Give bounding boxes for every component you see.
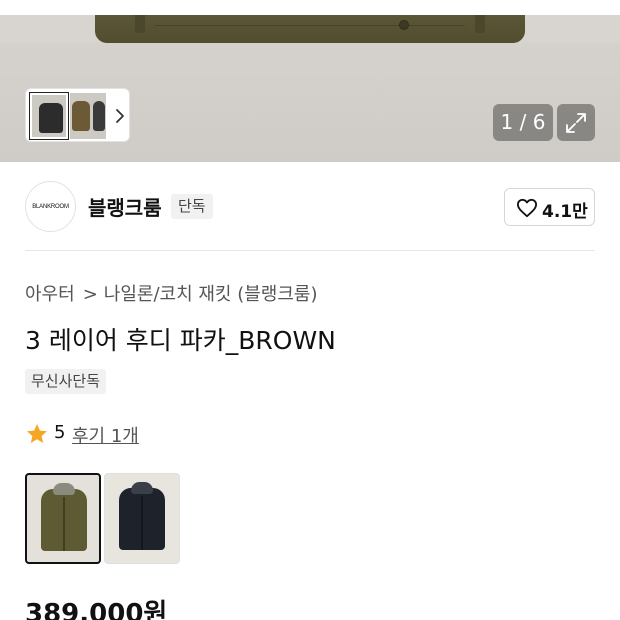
product-price: 389,000원	[25, 599, 168, 620]
star-icon	[27, 424, 47, 443]
chevron-right-icon[interactable]	[112, 104, 128, 128]
breadcrumb: 아우터 > 나일론/코치 재킷 (블랭크룸)	[25, 280, 318, 306]
expand-button[interactable]	[557, 104, 595, 141]
top-background	[0, 0, 620, 15]
breadcrumb-separator: >	[82, 284, 98, 305]
product-photo-jacket	[95, 15, 525, 43]
image-counter: 1 / 6	[493, 104, 553, 141]
breadcrumb-subcategory[interactable]: 나일론/코치 재킷 (블랭크룸)	[104, 284, 318, 305]
expand-icon	[566, 113, 586, 133]
brand-row: BLANKROOM 블랭크룸 단독 4.1만	[25, 181, 595, 233]
review-link[interactable]: 후기 1개	[72, 422, 139, 448]
musinsa-exclusive-badge: 무신사단독	[25, 369, 107, 394]
rating-score: 5	[54, 422, 66, 443]
jacket-image	[41, 483, 87, 551]
exclusive-badge: 단독	[171, 194, 213, 219]
divider	[25, 250, 595, 251]
brand-logo[interactable]: BLANKROOM	[25, 181, 76, 232]
thumbnail-image[interactable]	[29, 92, 69, 140]
brand-name[interactable]: 블랭크룸	[88, 192, 162, 221]
like-button[interactable]: 4.1만	[504, 188, 595, 226]
product-image-carousel[interactable]: 1 / 6	[0, 0, 620, 162]
thumbnail-strip[interactable]	[25, 88, 130, 142]
thumbnail-image[interactable]	[92, 93, 106, 139]
brand-logo-text: BLANKROOM	[32, 203, 69, 210]
thumbnail-image[interactable]	[70, 93, 92, 139]
jacket-image	[119, 482, 165, 550]
color-option-black[interactable]	[104, 473, 180, 564]
heart-icon	[517, 198, 537, 218]
breadcrumb-category[interactable]: 아우터	[25, 284, 75, 305]
product-title: 3 레이어 후디 파카_BROWN	[25, 326, 336, 355]
like-count: 4.1만	[542, 202, 588, 222]
color-option-brown[interactable]	[25, 473, 101, 564]
